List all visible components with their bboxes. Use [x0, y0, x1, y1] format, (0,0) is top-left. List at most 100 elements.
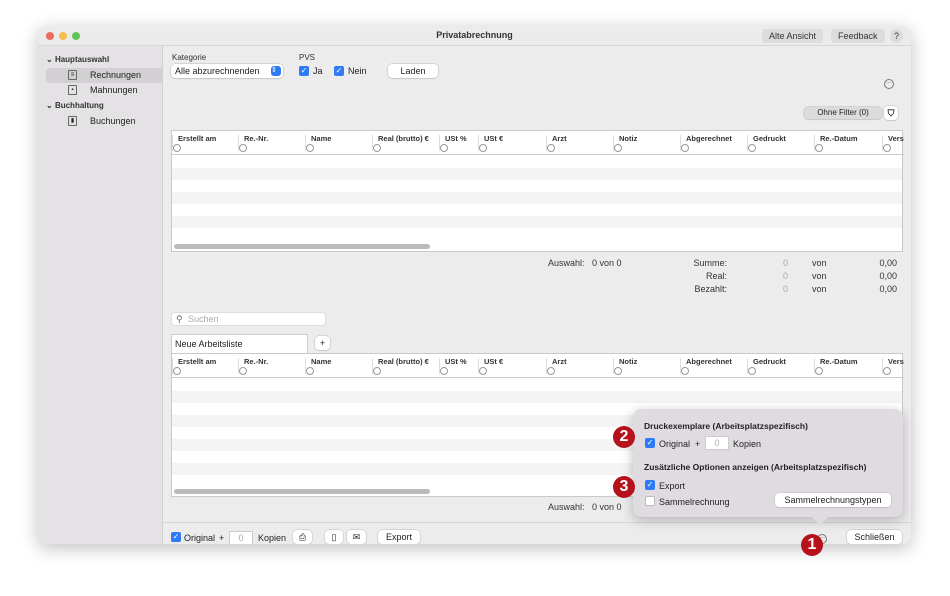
kategorie-select[interactable]: Alle abzurechnenden ⇕	[171, 64, 283, 78]
column-header[interactable]: Arzt	[546, 354, 613, 378]
add-worklist-button[interactable]: +	[315, 336, 330, 350]
export-button[interactable]: Export	[378, 530, 420, 544]
horizontal-scrollbar[interactable]	[174, 489, 430, 494]
column-filter-radio[interactable]	[173, 367, 181, 375]
popover-original-checkbox[interactable]: ✓	[645, 438, 655, 448]
alte-ansicht-button[interactable]: Alte Ansicht	[762, 29, 824, 43]
horizontal-scrollbar[interactable]	[174, 244, 430, 249]
nein-checkbox[interactable]: ✓	[334, 66, 344, 76]
table-header: Erstellt am Re.-Nr. Name Real (brutto) € USt…	[172, 131, 904, 155]
column-header[interactable]: Re.-Nr.	[238, 354, 305, 378]
document-icon: ▪	[68, 85, 77, 95]
sidebar-item-label: Mahnungen	[90, 85, 138, 95]
ja-label: Ja	[313, 66, 323, 76]
column-header[interactable]: Abgerechnet	[680, 131, 747, 155]
sidebar-group-hauptauswahl[interactable]: ⌄ Hauptauswahl	[46, 55, 109, 64]
summary-label: Bezahlt:	[694, 284, 727, 294]
help-button[interactable]: ?	[890, 29, 904, 43]
column-filter-radio[interactable]	[173, 144, 181, 152]
column-filter-radio[interactable]	[479, 367, 487, 375]
column-header[interactable]: Arzt	[546, 131, 613, 155]
options-popover: Druckexemplare (Arbeitsplatzspezifisch) …	[633, 409, 903, 526]
column-header[interactable]: Gedruckt	[747, 131, 814, 155]
column-filter-radio[interactable]	[239, 144, 247, 152]
sidebar-item-mahnungen[interactable]: ▪ Mahnungen	[46, 83, 166, 98]
ohne-filter-button[interactable]: Ohne Filter (0)	[804, 107, 882, 119]
plus-sign: +	[695, 439, 701, 449]
column-filter-radio[interactable]	[373, 144, 381, 152]
export-checkbox[interactable]: ✓	[645, 480, 655, 490]
column-header[interactable]: Real (brutto) €	[372, 354, 439, 378]
sidebar-item-label: Buchungen	[90, 116, 136, 126]
column-header[interactable]: Re.-Datum	[814, 354, 882, 378]
column-filter-radio[interactable]	[883, 144, 891, 152]
column-filter-radio[interactable]	[815, 367, 823, 375]
column-header[interactable]: Re.-Nr.	[238, 131, 305, 155]
column-filter-radio[interactable]	[681, 144, 689, 152]
popover-original-label: Original	[659, 439, 691, 449]
column-filter-radio[interactable]	[681, 367, 689, 375]
column-filter-radio[interactable]	[547, 144, 555, 152]
auswahl-label: Auswahl:	[548, 258, 585, 268]
mail-icon[interactable]: ✉	[347, 530, 366, 544]
column-header[interactable]: Vers	[882, 354, 904, 378]
column-filter-radio[interactable]	[306, 367, 314, 375]
column-filter-radio[interactable]	[306, 144, 314, 152]
column-header[interactable]: Name	[305, 354, 372, 378]
column-filter-radio[interactable]	[547, 367, 555, 375]
export-label: Export	[659, 481, 686, 491]
sammelrechnung-checkbox[interactable]	[645, 496, 655, 506]
column-header[interactable]: USt %	[439, 131, 478, 155]
column-filter-radio[interactable]	[440, 144, 448, 152]
ja-checkbox[interactable]: ✓	[299, 66, 309, 76]
column-header[interactable]: Real (brutto) €	[372, 131, 439, 155]
column-filter-radio[interactable]	[748, 367, 756, 375]
column-filter-radio[interactable]	[479, 144, 487, 152]
column-label: Re.-Nr.	[244, 357, 269, 366]
column-header[interactable]: Notiz	[613, 131, 680, 155]
column-header[interactable]: Abgerechnet	[680, 354, 747, 378]
summary-label: Real:	[705, 271, 727, 281]
column-header[interactable]: USt %	[439, 354, 478, 378]
filter-icon[interactable]: ⛉	[884, 106, 898, 120]
column-header[interactable]: Re.-Datum	[814, 131, 882, 155]
tab-neue-arbeitsliste[interactable]: Neue Arbeitsliste	[171, 334, 308, 353]
column-filter-radio[interactable]	[748, 144, 756, 152]
kategorie-label: Kategorie	[172, 53, 207, 62]
column-header[interactable]: Notiz	[613, 354, 680, 378]
sidebar-group-buchhaltung[interactable]: ⌄ Buchhaltung	[46, 101, 104, 110]
column-filter-radio[interactable]	[815, 144, 823, 152]
search-input[interactable]: ⚲ Suchen	[171, 312, 326, 326]
pdf-document-icon[interactable]: ▯	[325, 530, 343, 544]
group-label: Hauptauswahl	[54, 55, 110, 64]
footer-original-checkbox[interactable]: ✓	[171, 532, 181, 542]
schliessen-button[interactable]: Schließen	[847, 530, 902, 544]
feedback-button[interactable]: Feedback	[831, 29, 885, 43]
column-header[interactable]: USt €	[478, 131, 546, 155]
column-header[interactable]: Name	[305, 131, 372, 155]
column-filter-radio[interactable]	[440, 367, 448, 375]
column-label: Re.-Datum	[820, 357, 858, 366]
column-filter-radio[interactable]	[373, 367, 381, 375]
column-filter-radio[interactable]	[883, 367, 891, 375]
sidebar-item-buchungen[interactable]: ▮ Buchungen	[46, 114, 166, 129]
column-label: Erstellt am	[178, 134, 217, 143]
column-filter-radio[interactable]	[239, 367, 247, 375]
column-label: USt %	[445, 134, 467, 143]
column-header[interactable]: Vers	[882, 131, 904, 155]
sammelrechnung-label: Sammelrechnung	[659, 497, 730, 507]
column-filter-radio[interactable]	[614, 367, 622, 375]
column-header[interactable]: Gedruckt	[747, 354, 814, 378]
column-filter-radio[interactable]	[614, 144, 622, 152]
laden-button[interactable]: Laden	[388, 64, 438, 78]
column-header[interactable]: Erstellt am	[172, 131, 238, 155]
column-header[interactable]: Erstellt am	[172, 354, 238, 378]
popover-copies-input[interactable]: 0	[705, 436, 729, 450]
column-label: Notiz	[619, 357, 638, 366]
footer-copies-input[interactable]: 0	[229, 531, 253, 544]
column-header[interactable]: USt €	[478, 354, 546, 378]
sammelrechnungstypen-button[interactable]: Sammelrechnungstypen	[775, 493, 891, 507]
more-options-icon[interactable]: ···	[884, 79, 894, 89]
sidebar-item-rechnungen[interactable]: ≡ Rechnungen	[46, 68, 166, 83]
print-icon[interactable]: ⎙	[293, 530, 312, 544]
